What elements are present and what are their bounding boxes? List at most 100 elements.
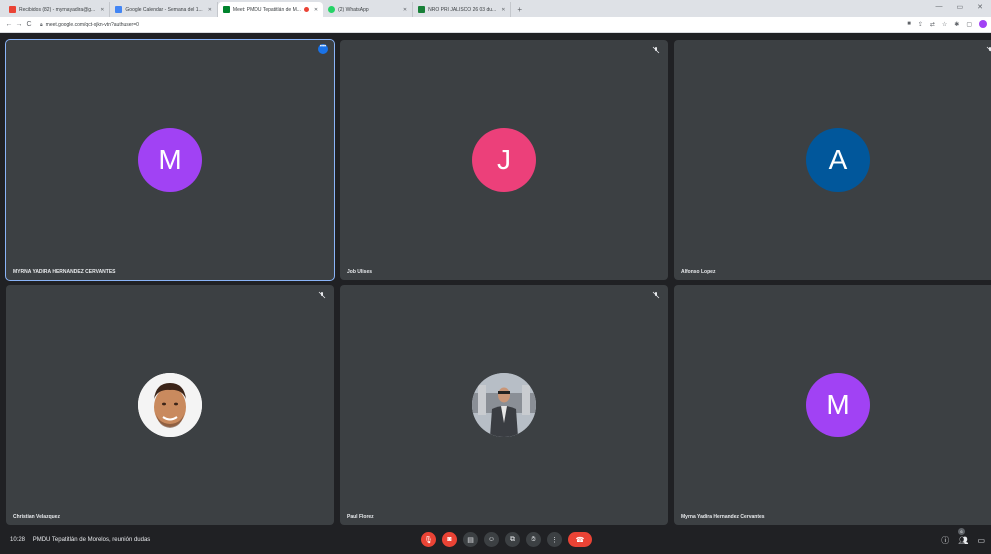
people-count-badge: 6 — [958, 528, 965, 535]
more-options-button[interactable]: ⋮ — [547, 532, 562, 547]
gmail-icon — [9, 6, 16, 13]
recording-icon — [303, 7, 309, 12]
tab-label: Google Calendar - Semana del 1... — [125, 6, 203, 13]
browser-tab-bar: Recibidos (82) - myrnayadira@g... ✕ Goog… — [0, 0, 991, 17]
new-tab-button[interactable]: + — [511, 2, 528, 17]
camera-toggle-button[interactable]: ◙ — [442, 532, 457, 547]
close-tab-icon[interactable]: ✕ — [100, 7, 104, 13]
emoji-reaction-button[interactable]: ☺ — [484, 532, 499, 547]
sidebar-icon[interactable]: ▢ — [966, 21, 972, 28]
browser-tab-gmail[interactable]: Recibidos (82) - myrnayadira@g... ✕ — [4, 2, 111, 17]
participant-tile[interactable]: ••• M MYRNA YADIRA HERNANDEZ CERVANTES — [5, 39, 335, 281]
meeting-info: 10:28 PMDU Tepatitlán de Morelos, reunió… — [10, 537, 150, 543]
window-controls: — ▭ ✕ — [936, 3, 984, 11]
avatar-photo — [472, 373, 536, 437]
meeting-title: PMDU Tepatitlán de Morelos, reunión duda… — [32, 537, 151, 543]
participant-name: MYRNA YADIRA HERNANDEZ CERVANTES — [13, 269, 116, 275]
mic-off-icon — [986, 46, 991, 52]
calendar-icon — [115, 6, 123, 13]
close-tab-icon[interactable]: ✕ — [501, 7, 505, 13]
participant-tile[interactable]: M Myrna Yadira Hernandez Cervantes — [674, 285, 991, 525]
tab-label: (2) WhatsApp — [338, 6, 369, 13]
share-icon[interactable]: ⇪ — [918, 21, 923, 28]
meeting-time: 10:28 — [10, 537, 26, 543]
info-icon: ⓘ — [941, 536, 950, 545]
chat-button[interactable]: ▭ — [977, 536, 985, 545]
tab-label: NRO PRI JALISCO 26 03 du... — [428, 6, 497, 13]
participant-name: Alfonso Lopez — [681, 269, 716, 275]
participant-name: Christian Velazquez — [13, 514, 60, 520]
call-controls: 🎙︎ ◙ ▤ ☺ ⧉ ✋︎ ⋮ ☎ — [421, 532, 592, 547]
avatar-initial: M — [826, 389, 850, 420]
meeting-control-bar: 10:28 PMDU Tepatitlán de Morelos, reunió… — [0, 528, 991, 554]
phone-hangup-icon: ☎ — [575, 536, 585, 544]
participant-tile[interactable]: J Job Ulises — [340, 40, 668, 280]
bookmark-star-icon[interactable]: ☆ — [942, 21, 947, 28]
puzzle-icon[interactable]: ✱ — [954, 21, 959, 28]
close-tab-icon[interactable]: ✕ — [403, 7, 407, 13]
back-button[interactable]: ← — [4, 21, 14, 28]
mic-off-icon: 🎙︎ — [424, 536, 433, 544]
raise-hand-button[interactable]: ✋︎ — [526, 532, 541, 547]
avatar-initial: M — [158, 144, 182, 175]
leave-call-button[interactable]: ☎ — [568, 532, 592, 547]
chat-icon: ▭ — [977, 536, 985, 545]
browser-tab-meet[interactable]: Meet: PMDU Tepatitlán de M... ✕ — [217, 2, 324, 17]
sheets-icon — [418, 6, 426, 13]
captions-icon: ▤ — [467, 536, 474, 544]
avatar-photo — [138, 373, 202, 437]
present-icon: ⧉ — [510, 535, 515, 543]
participant-tile[interactable]: A Alfonso Lopez — [674, 40, 991, 280]
mic-off-icon — [652, 46, 660, 54]
participant-grid: ••• M MYRNA YADIRA HERNANDEZ CERVANTES J… — [5, 39, 991, 525]
close-window-button[interactable]: ✕ — [977, 3, 983, 11]
person-photo-icon — [138, 373, 202, 437]
browser-tab-calendar[interactable]: Google Calendar - Semana del 1... ✕ — [110, 2, 218, 17]
maximize-button[interactable]: ▭ — [957, 3, 964, 11]
extension-icon[interactable]: ⇄ — [930, 21, 935, 28]
avatar: A — [806, 128, 870, 192]
tab-label: Recibidos (82) - myrnayadira@g... — [19, 6, 96, 13]
extensions-area: ■ ⇪ ⇄ ☆ ✱ ▢ — [907, 20, 987, 28]
participant-name: Paul Florez — [347, 514, 374, 520]
minimize-button[interactable]: — — [936, 3, 943, 11]
mic-off-icon — [318, 291, 326, 299]
microphone-toggle-button[interactable]: 🎙︎ — [421, 532, 436, 547]
people-button[interactable]: 👥︎ — [958, 536, 968, 545]
captions-button[interactable]: ▤ — [463, 532, 478, 547]
present-screen-button[interactable]: ⧉ — [505, 532, 520, 547]
participant-tile[interactable]: Christian Velazquez — [6, 285, 334, 525]
whatsapp-icon — [328, 6, 336, 13]
people-icon: 👥︎ — [958, 536, 969, 545]
close-tab-icon[interactable]: ✕ — [208, 7, 212, 13]
browser-tab-whatsapp[interactable]: (2) WhatsApp ✕ — [323, 2, 414, 17]
close-tab-icon[interactable]: ✕ — [314, 7, 318, 13]
meet-icon — [222, 6, 230, 13]
mic-off-icon — [652, 291, 660, 299]
emoji-icon: ☺ — [487, 536, 496, 543]
tab-label: Meet: PMDU Tepatitlán de M... — [232, 6, 301, 13]
url-text: meet.google.com/qct-xjkn-vtn?authuser=0 — [45, 21, 139, 28]
browser-tab-sheets[interactable]: NRO PRI JALISCO 26 03 du... ✕ — [413, 2, 512, 17]
more-options-icon[interactable]: ••• — [318, 44, 328, 54]
lock-icon: 🔒︎ — [40, 21, 43, 28]
person-photo-icon — [472, 373, 536, 437]
participant-name: Myrna Yadira Hernandez Cervantes — [681, 514, 765, 520]
more-vert-icon: ⋮ — [551, 536, 558, 544]
avatar: J — [472, 128, 536, 192]
avatar: M — [138, 128, 202, 192]
url-field[interactable]: 🔒︎ meet.google.com/qct-xjkn-vtn?authuser… — [40, 19, 900, 30]
meeting-details-button[interactable]: ⓘ — [941, 535, 949, 546]
avatar-initial: A — [828, 144, 848, 175]
address-bar: ← → C 🔒︎ meet.google.com/qct-xjkn-vtn?au… — [0, 17, 991, 33]
camera-icon[interactable]: ■ — [907, 21, 911, 27]
participant-tile[interactable]: Paul Florez — [340, 285, 668, 525]
forward-button[interactable]: → — [14, 21, 24, 28]
side-panel-controls: ⓘ 👥︎ ▭ — [941, 535, 985, 546]
profile-avatar[interactable] — [979, 20, 987, 28]
avatar: M — [806, 373, 870, 437]
participant-name: Job Ulises — [347, 269, 373, 275]
reload-button[interactable]: C — [24, 21, 34, 28]
hand-icon: ✋︎ — [531, 535, 536, 543]
camera-off-icon: ◙ — [447, 536, 452, 543]
